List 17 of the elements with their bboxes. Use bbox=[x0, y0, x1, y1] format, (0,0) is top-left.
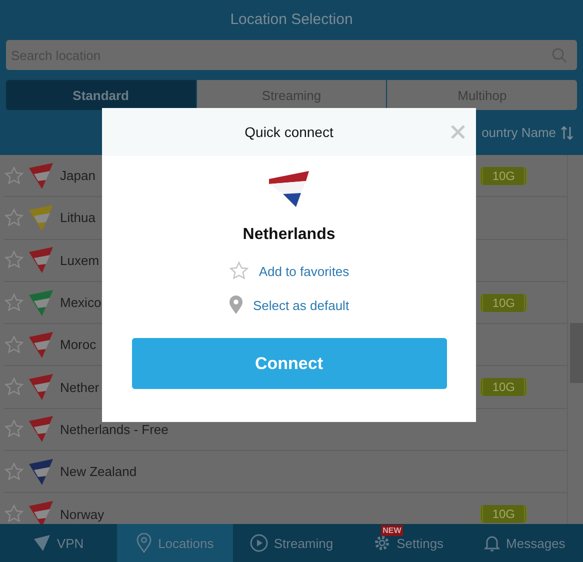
location-name: Luxem bbox=[60, 252, 100, 268]
country-name: Netherlands bbox=[242, 226, 336, 244]
location-name: Japan bbox=[60, 168, 96, 184]
location-name: Nether bbox=[60, 380, 100, 395]
location-name: Moroc bbox=[60, 337, 96, 352]
speed-badge: 10G bbox=[480, 505, 527, 524]
speed-badge: 10G bbox=[480, 378, 527, 396]
location-name: Netherlands - Free bbox=[60, 422, 168, 437]
dialog-title: Quick connect bbox=[244, 124, 334, 140]
window-title: Location Selection bbox=[229, 10, 354, 30]
speed-badge: 10G bbox=[480, 294, 527, 312]
new-badge: NEW bbox=[380, 525, 404, 536]
location-name: New Zealand bbox=[60, 464, 137, 480]
location-name: Mexico bbox=[60, 295, 102, 310]
location-name: Norway bbox=[60, 506, 104, 522]
speed-badge: 10G bbox=[480, 166, 527, 185]
location-name: Lithua bbox=[60, 210, 96, 226]
